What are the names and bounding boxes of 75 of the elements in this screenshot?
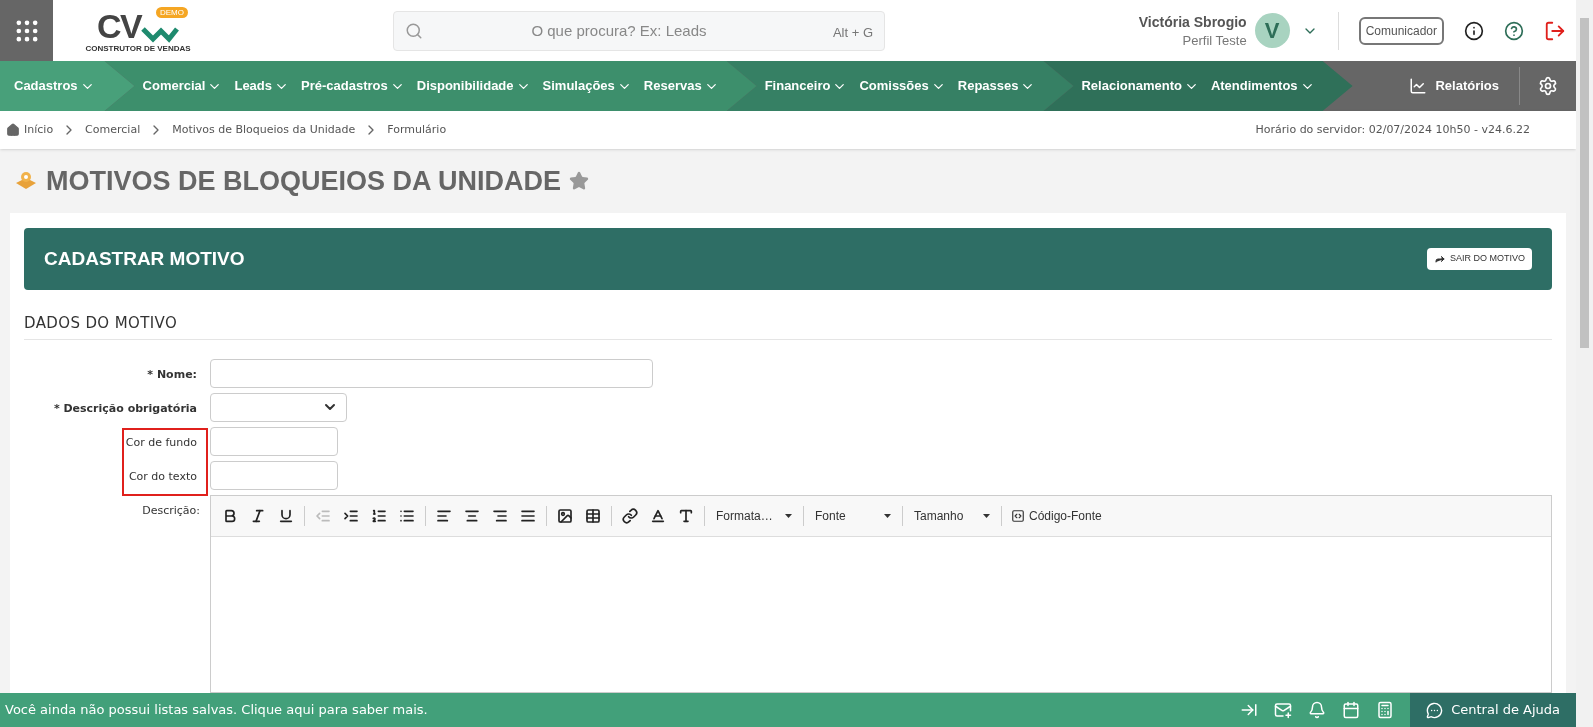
field-label: * Descrição obrigatória xyxy=(53,400,197,417)
server-time: Horário do servidor: 02/07/2024 10h50 - v24.6.22 xyxy=(1255,121,1530,138)
field-label: Cor do texto xyxy=(128,468,197,485)
wave-icon xyxy=(140,24,179,43)
help-icon[interactable] xyxy=(1504,20,1524,41)
nav-menu-item[interactable]: Comercial xyxy=(142,76,223,96)
footer-message[interactable]: Você ainda não possui listas salvas. Clique aqui para saber mais. xyxy=(0,700,428,720)
exit-button[interactable]: SAIR DO MOTIVO xyxy=(1427,248,1532,270)
communicator-button[interactable]: Comunicador xyxy=(1358,16,1444,45)
caret-icon xyxy=(983,513,990,518)
background-color-icon xyxy=(678,507,694,524)
text-color-icon xyxy=(650,507,666,524)
nav-menu-item[interactable]: Financeiro xyxy=(764,76,848,96)
table-icon xyxy=(585,507,601,524)
rich-text-editor[interactable]: Formata… Fonte Tamanho Código-Fonte xyxy=(210,494,1552,693)
mail-icon[interactable] xyxy=(1274,701,1293,719)
chat-icon xyxy=(1426,701,1444,719)
nav-menu-item[interactable]: Simulações xyxy=(542,76,632,96)
caret-icon xyxy=(884,513,891,518)
text-field[interactable] xyxy=(210,426,338,456)
select-field[interactable] xyxy=(210,392,347,422)
demo-badge: DEMO xyxy=(156,6,188,18)
field-label: Descrição: xyxy=(141,502,200,519)
underline-icon xyxy=(278,507,294,524)
nav-menu-item[interactable]: Atendimentos xyxy=(1210,76,1315,96)
image-icon xyxy=(557,507,573,524)
user-profile: Perfil Teste xyxy=(1182,32,1247,50)
nav-menu-item[interactable]: Leads xyxy=(234,76,290,96)
bell-icon[interactable] xyxy=(1308,701,1327,719)
nav-menu-item[interactable]: Reservas xyxy=(643,76,719,96)
home-icon xyxy=(6,123,20,137)
search-icon xyxy=(405,21,423,40)
caret-icon xyxy=(785,513,792,518)
breadcrumb-link[interactable]: Início xyxy=(24,121,54,139)
breadcrumb-link[interactable]: Motivos de Bloqueios da Unidade xyxy=(172,121,356,139)
shortcut-hint: Alt + G xyxy=(832,23,873,42)
share-arrow-icon xyxy=(1434,253,1446,265)
calendar-icon[interactable] xyxy=(1342,701,1361,719)
section-title: DADOS DO MOTIVO xyxy=(24,312,1552,340)
star-icon[interactable] xyxy=(569,171,590,191)
italic-icon xyxy=(250,507,266,524)
user-avatar[interactable]: V xyxy=(1254,13,1290,48)
info-icon[interactable] xyxy=(1464,20,1484,41)
bold-icon xyxy=(222,507,238,524)
page-title: MOTIVOS DE BLOQUEIOS DA UNIDADE xyxy=(46,164,562,198)
nav-menu-item[interactable]: Relacionamento xyxy=(1081,76,1199,96)
code-icon xyxy=(1011,508,1025,523)
logo-caption: CONSTRUTOR DE VENDAS xyxy=(85,44,191,53)
logout-icon[interactable] xyxy=(1544,19,1566,42)
help-center-button[interactable]: Central de Ajuda xyxy=(1410,693,1576,727)
link-icon xyxy=(622,507,638,524)
apps-menu-button[interactable] xyxy=(0,0,53,61)
logo-text: CV xyxy=(97,8,141,43)
field-label: Cor de fundo xyxy=(125,434,197,451)
editor-dropdown[interactable]: Fonte xyxy=(809,506,897,525)
numbered-list-icon xyxy=(371,507,387,524)
user-name: Victória Sbrogio xyxy=(1138,12,1247,32)
nav-menu-item[interactable]: Disponibilidade xyxy=(416,76,531,96)
breadcrumb-link[interactable]: Comercial xyxy=(85,121,141,139)
settings-icon xyxy=(1538,76,1558,96)
arrow-to-line-icon[interactable] xyxy=(1240,701,1259,719)
text-field[interactable] xyxy=(210,460,338,490)
chart-icon xyxy=(1409,77,1428,95)
breadcrumb-link[interactable]: Formulário xyxy=(387,121,447,139)
nav-menu-item[interactable]: Repasses xyxy=(957,76,1036,96)
editor-dropdown[interactable]: Formata… xyxy=(710,506,798,525)
nav-menu-item[interactable]: Pré-cadastros xyxy=(301,76,405,96)
nav-menu-item[interactable]: Comissões xyxy=(859,76,946,96)
reports-link[interactable]: Relatórios xyxy=(1389,61,1519,111)
editor-dropdown[interactable]: Tamanho xyxy=(908,506,996,525)
calculator-icon[interactable] xyxy=(1376,701,1395,719)
source-code-button[interactable]: Código-Fonte xyxy=(1007,506,1106,525)
field-label: * Nome: xyxy=(147,366,197,383)
text-field[interactable] xyxy=(210,358,653,388)
form-title: CADASTRAR MOTIVO xyxy=(44,246,245,271)
